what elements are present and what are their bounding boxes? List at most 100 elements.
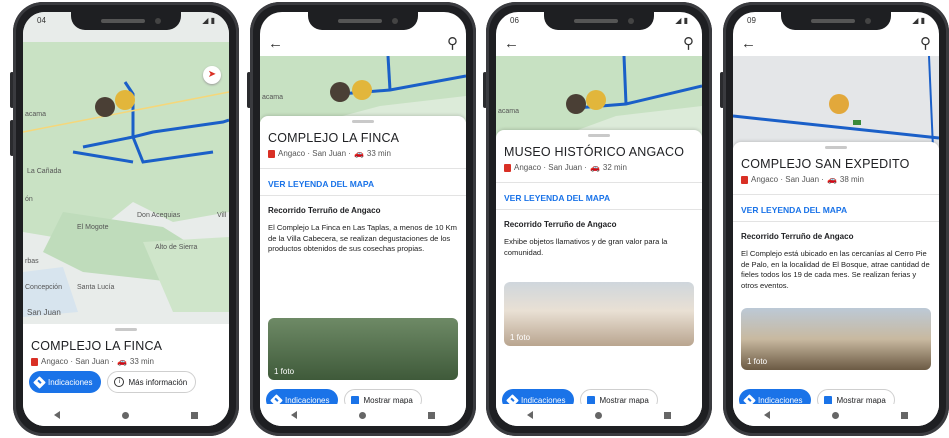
place-meta: Angaco · San Juan · 🚗 33 min (268, 149, 458, 158)
status-time: 04 (37, 16, 46, 25)
system-nav-bar (733, 404, 939, 426)
arrow-left-icon[interactable]: ← (741, 35, 756, 52)
map-label: ón (25, 196, 33, 203)
place-title: COMPLEJO LA FINCA (31, 339, 163, 353)
place-photo[interactable]: 1 foto (741, 308, 931, 370)
place-photo[interactable]: 1 foto (268, 318, 458, 380)
place-sheet[interactable]: MUSEO HISTÓRICO ANGACO Angaco · San Juan… (496, 130, 702, 426)
nav-home-icon[interactable] (359, 411, 366, 419)
photo-count: 1 foto (274, 367, 295, 376)
car-icon: 🚗 (353, 149, 364, 158)
section-title: Recorrido Terruño de Angaco (268, 206, 381, 215)
search-icon[interactable]: ⚲ (683, 34, 694, 52)
map-view[interactable]: ➤ acama La Cañada El Mogote Don Acequias… (23, 12, 229, 324)
nav-home-icon[interactable] (832, 411, 839, 419)
car-icon: 🚗 (116, 357, 127, 366)
place-sheet[interactable]: COMPLEJO LA FINCA Angaco · San Juan · 🚗 … (23, 324, 229, 426)
map-label: Concepción (25, 284, 62, 291)
photo-count: 1 foto (747, 357, 768, 366)
car-icon: 🚗 (589, 163, 600, 172)
directions-icon (33, 375, 46, 389)
arrow-left-icon[interactable]: ← (268, 35, 283, 52)
pin-icon (741, 175, 748, 184)
place-title: MUSEO HISTÓRICO ANGACO (504, 145, 685, 159)
app-bar: ← ⚲ (260, 30, 466, 56)
action-bar: Indicaciones i Más información (23, 368, 229, 396)
map-label: acama (25, 111, 47, 118)
map-label: El Mogote (77, 224, 109, 231)
search-icon[interactable]: ⚲ (920, 34, 931, 52)
screen-2: ← ⚲ acama COMPLEJO LA FINCA Angaco · San… (260, 12, 466, 426)
map-legend-link[interactable]: VER LEYENDA DEL MAPA (268, 179, 458, 189)
map-label: acama (498, 108, 520, 115)
system-nav-bar (260, 404, 466, 426)
place-sheet[interactable]: COMPLEJO SAN EXPEDITO Angaco · San Juan … (733, 142, 939, 426)
screen-1: 04 ◢ ▮ ➤ acama La Cañada El Mogote Don A… (23, 12, 229, 426)
place-photo[interactable]: 1 foto (504, 282, 694, 346)
nav-back-icon[interactable] (527, 411, 533, 419)
place-sheet[interactable]: COMPLEJO LA FINCA Angaco · San Juan · 🚗 … (260, 116, 466, 426)
map-legend-link[interactable]: VER LEYENDA DEL MAPA (741, 205, 931, 215)
place-meta: Angaco · San Juan · 🚗 38 min (741, 175, 931, 184)
phone-4: 09 ◢ ▮ ← ⚲ COMPLEJO SAN EXPEDITO Angaco … (720, 2, 949, 436)
more-info-button[interactable]: i Más información (107, 371, 197, 393)
place-description: El Complejo La Finca en Las Taplas, a me… (268, 223, 457, 254)
place-description: Exhibe objetos llamativos y de gran valo… (504, 237, 668, 257)
nav-recents-icon[interactable] (664, 411, 671, 419)
status-time: 06 (510, 16, 519, 25)
nav-back-icon[interactable] (764, 411, 770, 419)
museum-marker[interactable] (115, 90, 135, 110)
section-title: Recorrido Terruño de Angaco (741, 232, 854, 241)
pin-icon (268, 149, 275, 158)
winery-marker[interactable] (95, 97, 115, 117)
photo-count: 1 foto (510, 333, 531, 342)
place-description: El Complejo está ubicado en las cercanía… (741, 249, 930, 290)
app-bar: ← ⚲ (496, 30, 702, 56)
compass-icon[interactable]: ➤ (203, 66, 221, 84)
map-label: Santa Lucía (77, 284, 115, 291)
system-nav-bar (496, 404, 702, 426)
map-view[interactable]: acama (260, 56, 466, 122)
map-view[interactable]: acama (496, 56, 702, 138)
map-label: La Cañada (27, 168, 62, 175)
place-meta: Angaco · San Juan · 🚗 32 min (504, 163, 694, 172)
section-title: Recorrido Terruño de Angaco (504, 220, 617, 229)
church-marker[interactable] (829, 94, 849, 114)
museum-marker[interactable] (586, 90, 606, 110)
screen-4: 09 ◢ ▮ ← ⚲ COMPLEJO SAN EXPEDITO Angaco … (733, 12, 939, 426)
place-title: COMPLEJO LA FINCA (268, 131, 400, 145)
map-view[interactable] (733, 56, 939, 148)
map-label: Don Acequias (137, 212, 181, 219)
search-icon[interactable]: ⚲ (447, 34, 458, 52)
place-title: COMPLEJO SAN EXPEDITO (741, 157, 910, 171)
nav-back-icon[interactable] (291, 411, 297, 419)
phone-3: 06 ◢ ▮ ← ⚲ acama MUSEO HISTÓRICO ANGACO … (483, 2, 712, 436)
winery-marker[interactable] (566, 94, 586, 114)
phone-2: ← ⚲ acama COMPLEJO LA FINCA Angaco · San… (247, 2, 476, 436)
map-label: rbas (25, 258, 39, 265)
nav-back-icon[interactable] (54, 411, 60, 419)
nav-recents-icon[interactable] (901, 411, 908, 419)
info-icon: i (114, 377, 125, 387)
map-legend-link[interactable]: VER LEYENDA DEL MAPA (504, 193, 694, 203)
screen-3: 06 ◢ ▮ ← ⚲ acama MUSEO HISTÓRICO ANGACO … (496, 12, 702, 426)
nav-recents-icon[interactable] (191, 411, 198, 419)
system-nav-bar (23, 404, 229, 426)
museum-marker[interactable] (352, 80, 372, 100)
pin-icon (504, 163, 511, 172)
map-label: Vill (217, 212, 227, 219)
phone-1: 04 ◢ ▮ ➤ acama La Cañada El Mogote Don A… (10, 2, 239, 436)
car-icon: 🚗 (826, 175, 837, 184)
place-meta: Angaco · San Juan · 🚗 33 min (31, 357, 221, 366)
arrow-left-icon[interactable]: ← (504, 35, 519, 52)
directions-button[interactable]: Indicaciones (29, 371, 102, 393)
winery-marker[interactable] (330, 82, 350, 102)
nav-recents-icon[interactable] (428, 411, 435, 419)
nav-home-icon[interactable] (122, 411, 129, 419)
nav-home-icon[interactable] (595, 411, 602, 419)
status-time: 09 (747, 16, 756, 25)
map-label: Alto de Sierra (155, 244, 198, 251)
map-label: acama (262, 94, 284, 101)
map-label: San Juan (27, 308, 61, 317)
pin-icon (31, 357, 38, 366)
